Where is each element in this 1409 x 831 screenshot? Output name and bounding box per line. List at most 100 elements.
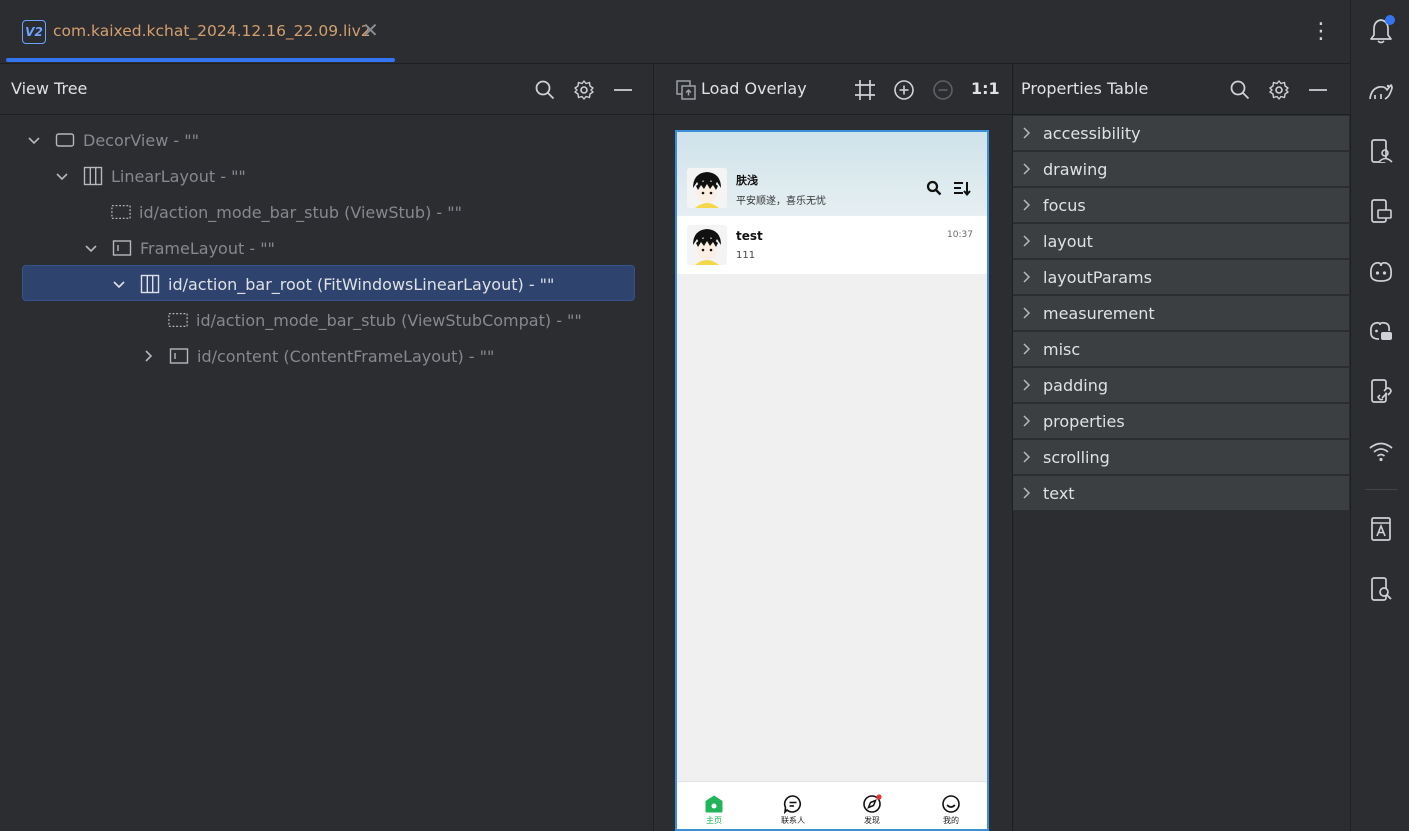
property-group-focus[interactable]: focus — [1013, 188, 1349, 223]
nav-item-me[interactable]: 我的 — [931, 794, 971, 828]
property-group-label: text — [1043, 483, 1075, 503]
tree-node-content[interactable]: id/content (ContentFrameLayout) - "" — [0, 338, 653, 374]
app-links-icon[interactable] — [1367, 377, 1395, 405]
chevron-right-icon[interactable] — [1019, 414, 1033, 428]
zoom-in-icon[interactable] — [892, 78, 916, 102]
tree-node-label: FrameLayout - "" — [140, 238, 275, 258]
property-group-misc[interactable]: misc — [1013, 332, 1349, 367]
more-options-icon[interactable]: ⋮ — [1310, 18, 1332, 46]
tree-node-label: id/action_bar_root (FitWindowsLinearLayo… — [168, 274, 555, 294]
property-group-label: drawing — [1043, 159, 1108, 179]
chevron-right-icon[interactable] — [1019, 378, 1033, 392]
chevron-right-icon[interactable] — [1019, 126, 1033, 140]
chevron-right-icon[interactable] — [1019, 234, 1033, 248]
zoom-out-icon[interactable] — [931, 78, 955, 102]
tree-node-action-bar-root[interactable]: id/action_bar_root (FitWindowsLinearLayo… — [0, 266, 653, 302]
smiley-icon — [942, 795, 960, 813]
right-tool-window-bar — [1350, 0, 1409, 831]
search-icon[interactable] — [533, 78, 557, 102]
nav-label: 发现 — [864, 816, 880, 825]
layout-inspector-icon[interactable] — [1367, 575, 1395, 603]
properties-title: Properties Table — [1021, 79, 1149, 98]
toolbar-separator — [1365, 489, 1397, 490]
property-group-label: measurement — [1043, 303, 1155, 323]
load-overlay-icon[interactable] — [674, 78, 698, 102]
wifi-icon[interactable] — [1367, 437, 1395, 465]
chevron-down-icon[interactable] — [55, 169, 69, 183]
nav-item-discover[interactable]: 发现 — [852, 794, 892, 828]
nav-label: 我的 — [943, 816, 959, 825]
chat-list-item[interactable]: test 111 10:37 — [677, 216, 987, 274]
resource-manager-icon[interactable] — [1367, 515, 1395, 543]
property-group-layout[interactable]: layout — [1013, 224, 1349, 259]
home-icon — [705, 795, 723, 813]
property-group-properties[interactable]: properties — [1013, 404, 1349, 439]
chevron-right-icon[interactable] — [1019, 270, 1033, 284]
search-icon[interactable] — [926, 180, 942, 196]
tree-node-label: id/action_mode_bar_stub (ViewStubCompat)… — [196, 310, 582, 330]
chevron-right-icon[interactable] — [1019, 306, 1033, 320]
chat-name: test — [736, 229, 763, 243]
nav-item-home[interactable]: 主页 — [694, 794, 734, 828]
chevron-right-icon[interactable] — [1019, 342, 1033, 356]
chat-timestamp: 10:37 — [947, 230, 973, 240]
tree-node-decorview[interactable]: DecorView - "" — [0, 122, 653, 158]
gear-icon[interactable] — [1267, 78, 1291, 102]
property-group-label: padding — [1043, 375, 1109, 395]
tree-node-framelayout[interactable]: FrameLayout - "" — [0, 230, 653, 266]
avatar — [687, 225, 727, 265]
search-icon[interactable] — [1228, 78, 1252, 102]
property-group-drawing[interactable]: drawing — [1013, 152, 1349, 187]
user-status: 平安顺遂，喜乐无忧 — [736, 196, 826, 207]
bottom-navigation: 主页 联系人 发现 我的 — [677, 781, 987, 829]
property-group-label: focus — [1043, 195, 1086, 215]
editor-tab-bar: V2 com.kaixed.kchat_2024.12.16_22.09.liv… — [0, 0, 1350, 64]
load-overlay-button[interactable]: Load Overlay — [701, 79, 807, 98]
property-group-accessibility[interactable]: accessibility — [1013, 116, 1349, 151]
property-group-label: properties — [1043, 411, 1125, 431]
user-name: 肤浅 — [736, 174, 758, 187]
app-header: 肤浅 平安顺遂，喜乐无忧 — [677, 132, 987, 216]
tree-node-label: id/action_mode_bar_stub (ViewStub) - "" — [139, 202, 462, 222]
device-manager-icon[interactable] — [1367, 137, 1395, 165]
property-group-padding[interactable]: padding — [1013, 368, 1349, 403]
file-tab-title: com.kaixed.kchat_2024.12.16_22.09.liv2 — [53, 22, 371, 40]
minimize-icon[interactable] — [1306, 78, 1330, 102]
chat-last-message: 111 — [736, 250, 756, 261]
tree-node-action-mode-bar-stub-compat[interactable]: id/action_mode_bar_stub (ViewStubCompat)… — [0, 302, 653, 338]
property-group-layoutparams[interactable]: layoutParams — [1013, 260, 1349, 295]
chevron-down-icon[interactable] — [84, 241, 98, 255]
nav-item-contacts[interactable]: 联系人 — [773, 794, 813, 828]
chevron-down-icon[interactable] — [27, 133, 41, 147]
notification-badge — [1385, 15, 1395, 25]
view-stub-icon — [111, 202, 131, 222]
property-group-label: scrolling — [1043, 447, 1110, 467]
device-mirroring-icon[interactable] — [1367, 197, 1395, 225]
device-screen[interactable]: 肤浅 平安顺遂，喜乐无忧 test 111 10:37 主页 联系人 发现 我的 — [675, 130, 989, 831]
layout-bounds-icon[interactable] — [853, 78, 877, 102]
gear-icon[interactable] — [572, 78, 596, 102]
chevron-right-icon[interactable] — [1019, 198, 1033, 212]
chevron-right-icon[interactable] — [141, 349, 155, 363]
copilot-chat-icon[interactable] — [1367, 317, 1395, 345]
chevron-down-icon[interactable] — [112, 277, 126, 291]
frame-layout-icon — [112, 238, 132, 258]
copilot-icon[interactable] — [1367, 257, 1395, 285]
property-group-label: accessibility — [1043, 123, 1141, 143]
property-group-measurement[interactable]: measurement — [1013, 296, 1349, 331]
chevron-right-icon[interactable] — [1019, 486, 1033, 500]
close-tab-icon[interactable]: ✕ — [362, 20, 379, 40]
chevron-right-icon[interactable] — [1019, 450, 1033, 464]
tree-node-action-mode-bar-stub[interactable]: id/action_mode_bar_stub (ViewStub) - "" — [0, 194, 653, 230]
property-group-text[interactable]: text — [1013, 476, 1349, 511]
gradle-icon[interactable] — [1367, 77, 1395, 105]
zoom-reset-button[interactable]: 1:1 — [971, 79, 1000, 98]
view-tree-title: View Tree — [11, 79, 88, 98]
chevron-right-icon[interactable] — [1019, 162, 1033, 176]
property-group-scrolling[interactable]: scrolling — [1013, 440, 1349, 475]
file-tab[interactable]: V2 com.kaixed.kchat_2024.12.16_22.09.liv… — [0, 0, 396, 64]
preview-toolbar: Load Overlay 1:1 — [654, 64, 1012, 115]
tree-node-linearlayout[interactable]: LinearLayout - "" — [0, 158, 653, 194]
sort-icon[interactable] — [953, 180, 971, 197]
minimize-icon[interactable] — [611, 78, 635, 102]
